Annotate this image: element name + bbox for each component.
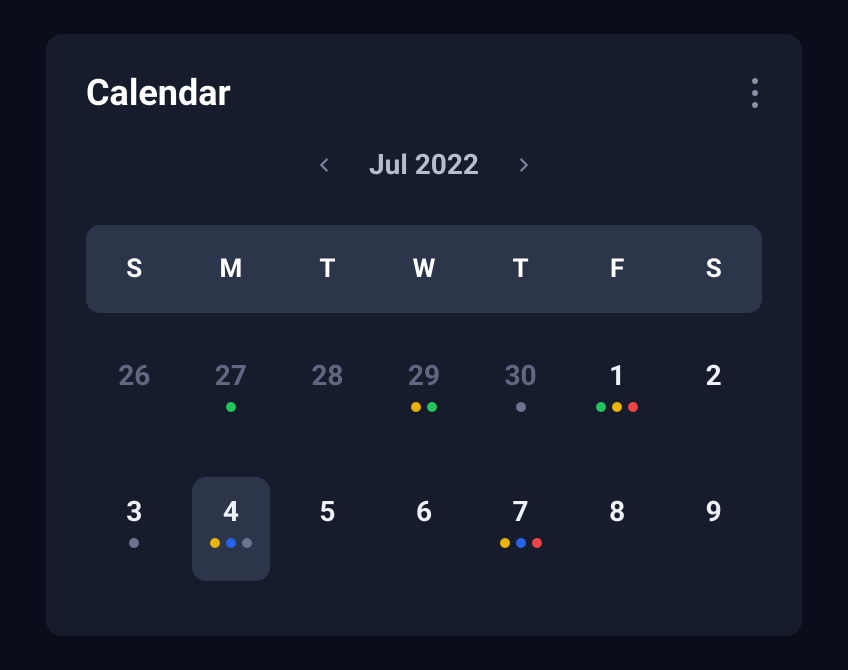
event-dot-icon xyxy=(628,402,638,412)
event-dot-icon xyxy=(500,538,510,548)
day-number: 6 xyxy=(416,495,432,528)
chevron-right-icon xyxy=(513,154,535,176)
day-number: 8 xyxy=(609,495,625,528)
day-header-sun: S xyxy=(86,254,183,284)
day-cell[interactable]: 7 xyxy=(472,449,569,585)
weeks-grid: 26 27 28 29 30 1 2 3 4 5 6 7 8 9 xyxy=(86,313,762,585)
event-dot-icon xyxy=(226,402,236,412)
day-cell[interactable]: 27 xyxy=(183,313,280,449)
day-number: 3 xyxy=(126,495,142,528)
day-number: 9 xyxy=(706,495,722,528)
day-header-sat: S xyxy=(665,254,762,284)
event-dots xyxy=(411,402,437,412)
calendar-card: Calendar Jul 2022 S M T W T F S 26272829… xyxy=(46,34,802,636)
card-title: Calendar xyxy=(86,72,231,114)
day-headers-row: S M T W T F S xyxy=(86,225,762,313)
day-cell[interactable]: 6 xyxy=(376,449,473,585)
day-number: 27 xyxy=(215,359,247,392)
event-dot-icon xyxy=(612,402,622,412)
kebab-menu-icon[interactable] xyxy=(748,74,762,112)
day-number: 1 xyxy=(609,359,625,392)
day-cell[interactable]: 5 xyxy=(279,449,376,585)
day-cell[interactable]: 29 xyxy=(376,313,473,449)
event-dots xyxy=(516,402,526,412)
day-number: 7 xyxy=(513,495,529,528)
day-cell[interactable]: 8 xyxy=(569,449,666,585)
day-number: 4 xyxy=(223,495,239,528)
event-dot-icon xyxy=(427,402,437,412)
day-cell[interactable]: 28 xyxy=(279,313,376,449)
event-dot-icon xyxy=(516,402,526,412)
card-header: Calendar xyxy=(46,72,802,114)
day-number: 2 xyxy=(706,359,722,392)
event-dots xyxy=(210,538,252,548)
month-navigator: Jul 2022 xyxy=(46,148,802,181)
day-cell[interactable]: 26 xyxy=(86,313,183,449)
event-dot-icon xyxy=(532,538,542,548)
event-dot-icon xyxy=(226,538,236,548)
day-cell[interactable]: 2 xyxy=(665,313,762,449)
event-dot-icon xyxy=(129,538,139,548)
event-dot-icon xyxy=(411,402,421,412)
month-label: Jul 2022 xyxy=(369,148,479,181)
day-cell[interactable]: 4 xyxy=(183,449,280,585)
day-cell[interactable]: 30 xyxy=(472,313,569,449)
prev-month-button[interactable] xyxy=(313,154,335,176)
event-dot-icon xyxy=(242,538,252,548)
event-dot-icon xyxy=(516,538,526,548)
day-cell[interactable]: 1 xyxy=(569,313,666,449)
day-cell[interactable]: 3 xyxy=(86,449,183,585)
day-header-wed: W xyxy=(376,254,473,284)
event-dots xyxy=(500,538,542,548)
day-number: 5 xyxy=(319,495,335,528)
day-number: 26 xyxy=(118,359,150,392)
day-cell[interactable]: 9 xyxy=(665,449,762,585)
day-number: 30 xyxy=(504,359,536,392)
event-dots xyxy=(226,402,236,412)
day-header-tue: T xyxy=(279,254,376,284)
chevron-left-icon xyxy=(313,154,335,176)
day-number: 28 xyxy=(311,359,343,392)
day-header-fri: F xyxy=(569,254,666,284)
event-dot-icon xyxy=(596,402,606,412)
day-header-thu: T xyxy=(472,254,569,284)
day-header-mon: M xyxy=(183,254,280,284)
next-month-button[interactable] xyxy=(513,154,535,176)
event-dot-icon xyxy=(210,538,220,548)
event-dots xyxy=(129,538,139,548)
day-number: 29 xyxy=(408,359,440,392)
event-dots xyxy=(596,402,638,412)
